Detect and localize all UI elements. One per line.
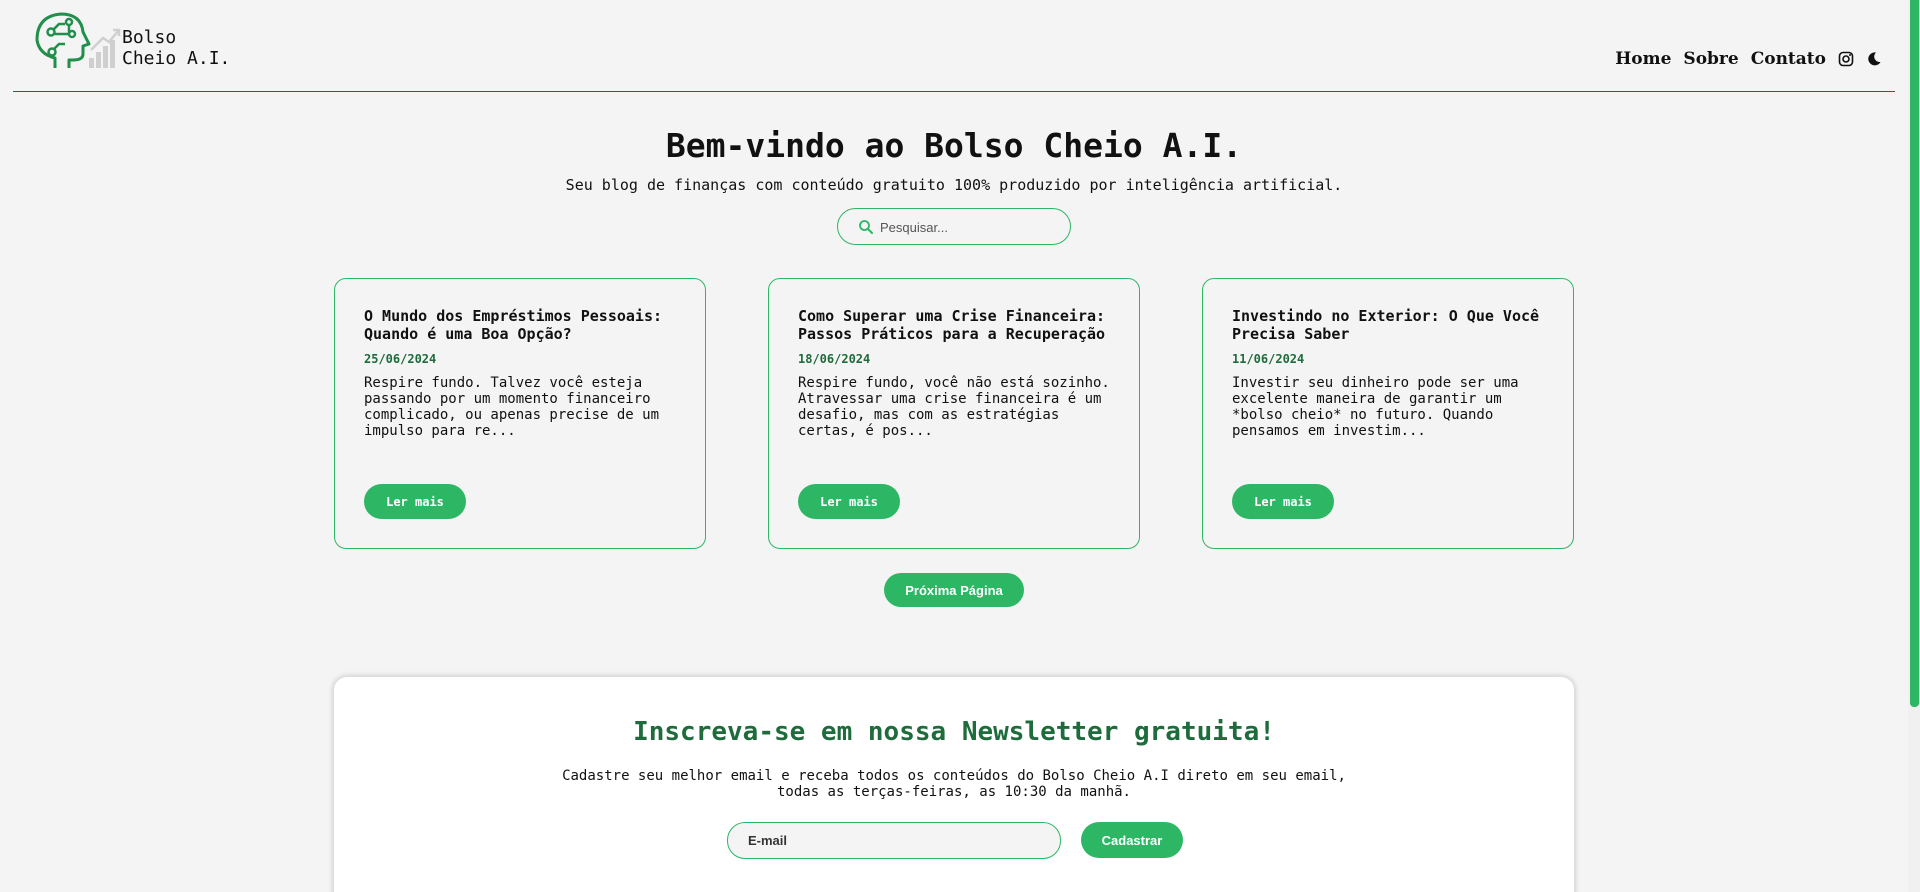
search-icon xyxy=(858,219,874,235)
read-more-button[interactable]: Ler mais xyxy=(364,484,466,519)
post-excerpt: Respire fundo, você não está sozinho. At… xyxy=(798,375,1110,439)
nav-home-link[interactable]: Home xyxy=(1615,49,1671,69)
subscribe-button[interactable]: Cadastrar xyxy=(1081,822,1183,858)
instagram-icon[interactable] xyxy=(1838,51,1854,67)
post-date: 25/06/2024 xyxy=(364,352,437,366)
page-title: Bem-vindo ao Bolso Cheio A.I. xyxy=(665,126,1243,165)
email-field[interactable] xyxy=(727,822,1061,859)
post-card: Como Superar uma Crise Financeira: Passo… xyxy=(768,278,1140,549)
brand-name[interactable]: Bolso Cheio A.I. xyxy=(122,27,262,69)
post-card: Investindo no Exterior: O Que Você Preci… xyxy=(1202,278,1574,549)
post-card: O Mundo dos Empréstimos Pessoais: Quando… xyxy=(334,278,706,549)
page-subtitle: Seu blog de finanças com conteúdo gratui… xyxy=(565,176,1343,194)
post-excerpt: Investir seu dinheiro pode ser uma excel… xyxy=(1232,375,1519,439)
site-header: Bolso Cheio A.I. Home Sobre Contato xyxy=(13,0,1895,92)
moon-icon[interactable] xyxy=(1866,51,1882,67)
brand-line-1: Bolso xyxy=(122,27,177,48)
newsletter-section: Inscreva-se em nossa Newsletter gratuita… xyxy=(333,676,1575,892)
brand-line-2: Cheio A.I. xyxy=(122,48,231,69)
search-box[interactable] xyxy=(837,208,1071,245)
newsletter-description: Cadastre seu melhor email e receba todos… xyxy=(562,768,1346,800)
newsletter-title: Inscreva-se em nossa Newsletter gratuita… xyxy=(633,717,1275,747)
post-date: 11/06/2024 xyxy=(1232,352,1305,366)
post-excerpt: Respire fundo. Talvez você esteja passan… xyxy=(364,375,660,439)
brain-circuit-logo-icon[interactable] xyxy=(25,10,121,72)
nav-about-link[interactable]: Sobre xyxy=(1683,49,1738,69)
post-title[interactable]: O Mundo dos Empréstimos Pessoais: Quando… xyxy=(364,307,676,343)
scrollbar-thumb[interactable] xyxy=(1910,0,1919,707)
read-more-button[interactable]: Ler mais xyxy=(798,484,900,519)
post-title[interactable]: Como Superar uma Crise Financeira: Passo… xyxy=(798,307,1110,343)
search-input[interactable] xyxy=(880,217,1060,237)
scrollbar[interactable] xyxy=(1908,0,1920,892)
nav-contact-link[interactable]: Contato xyxy=(1751,49,1826,69)
post-title[interactable]: Investindo no Exterior: O Que Você Preci… xyxy=(1232,307,1544,343)
read-more-button[interactable]: Ler mais xyxy=(1232,484,1334,519)
main-nav: Home Sobre Contato xyxy=(1615,49,1882,69)
next-page-button[interactable]: Próxima Página xyxy=(884,573,1024,607)
post-date: 18/06/2024 xyxy=(798,352,871,366)
